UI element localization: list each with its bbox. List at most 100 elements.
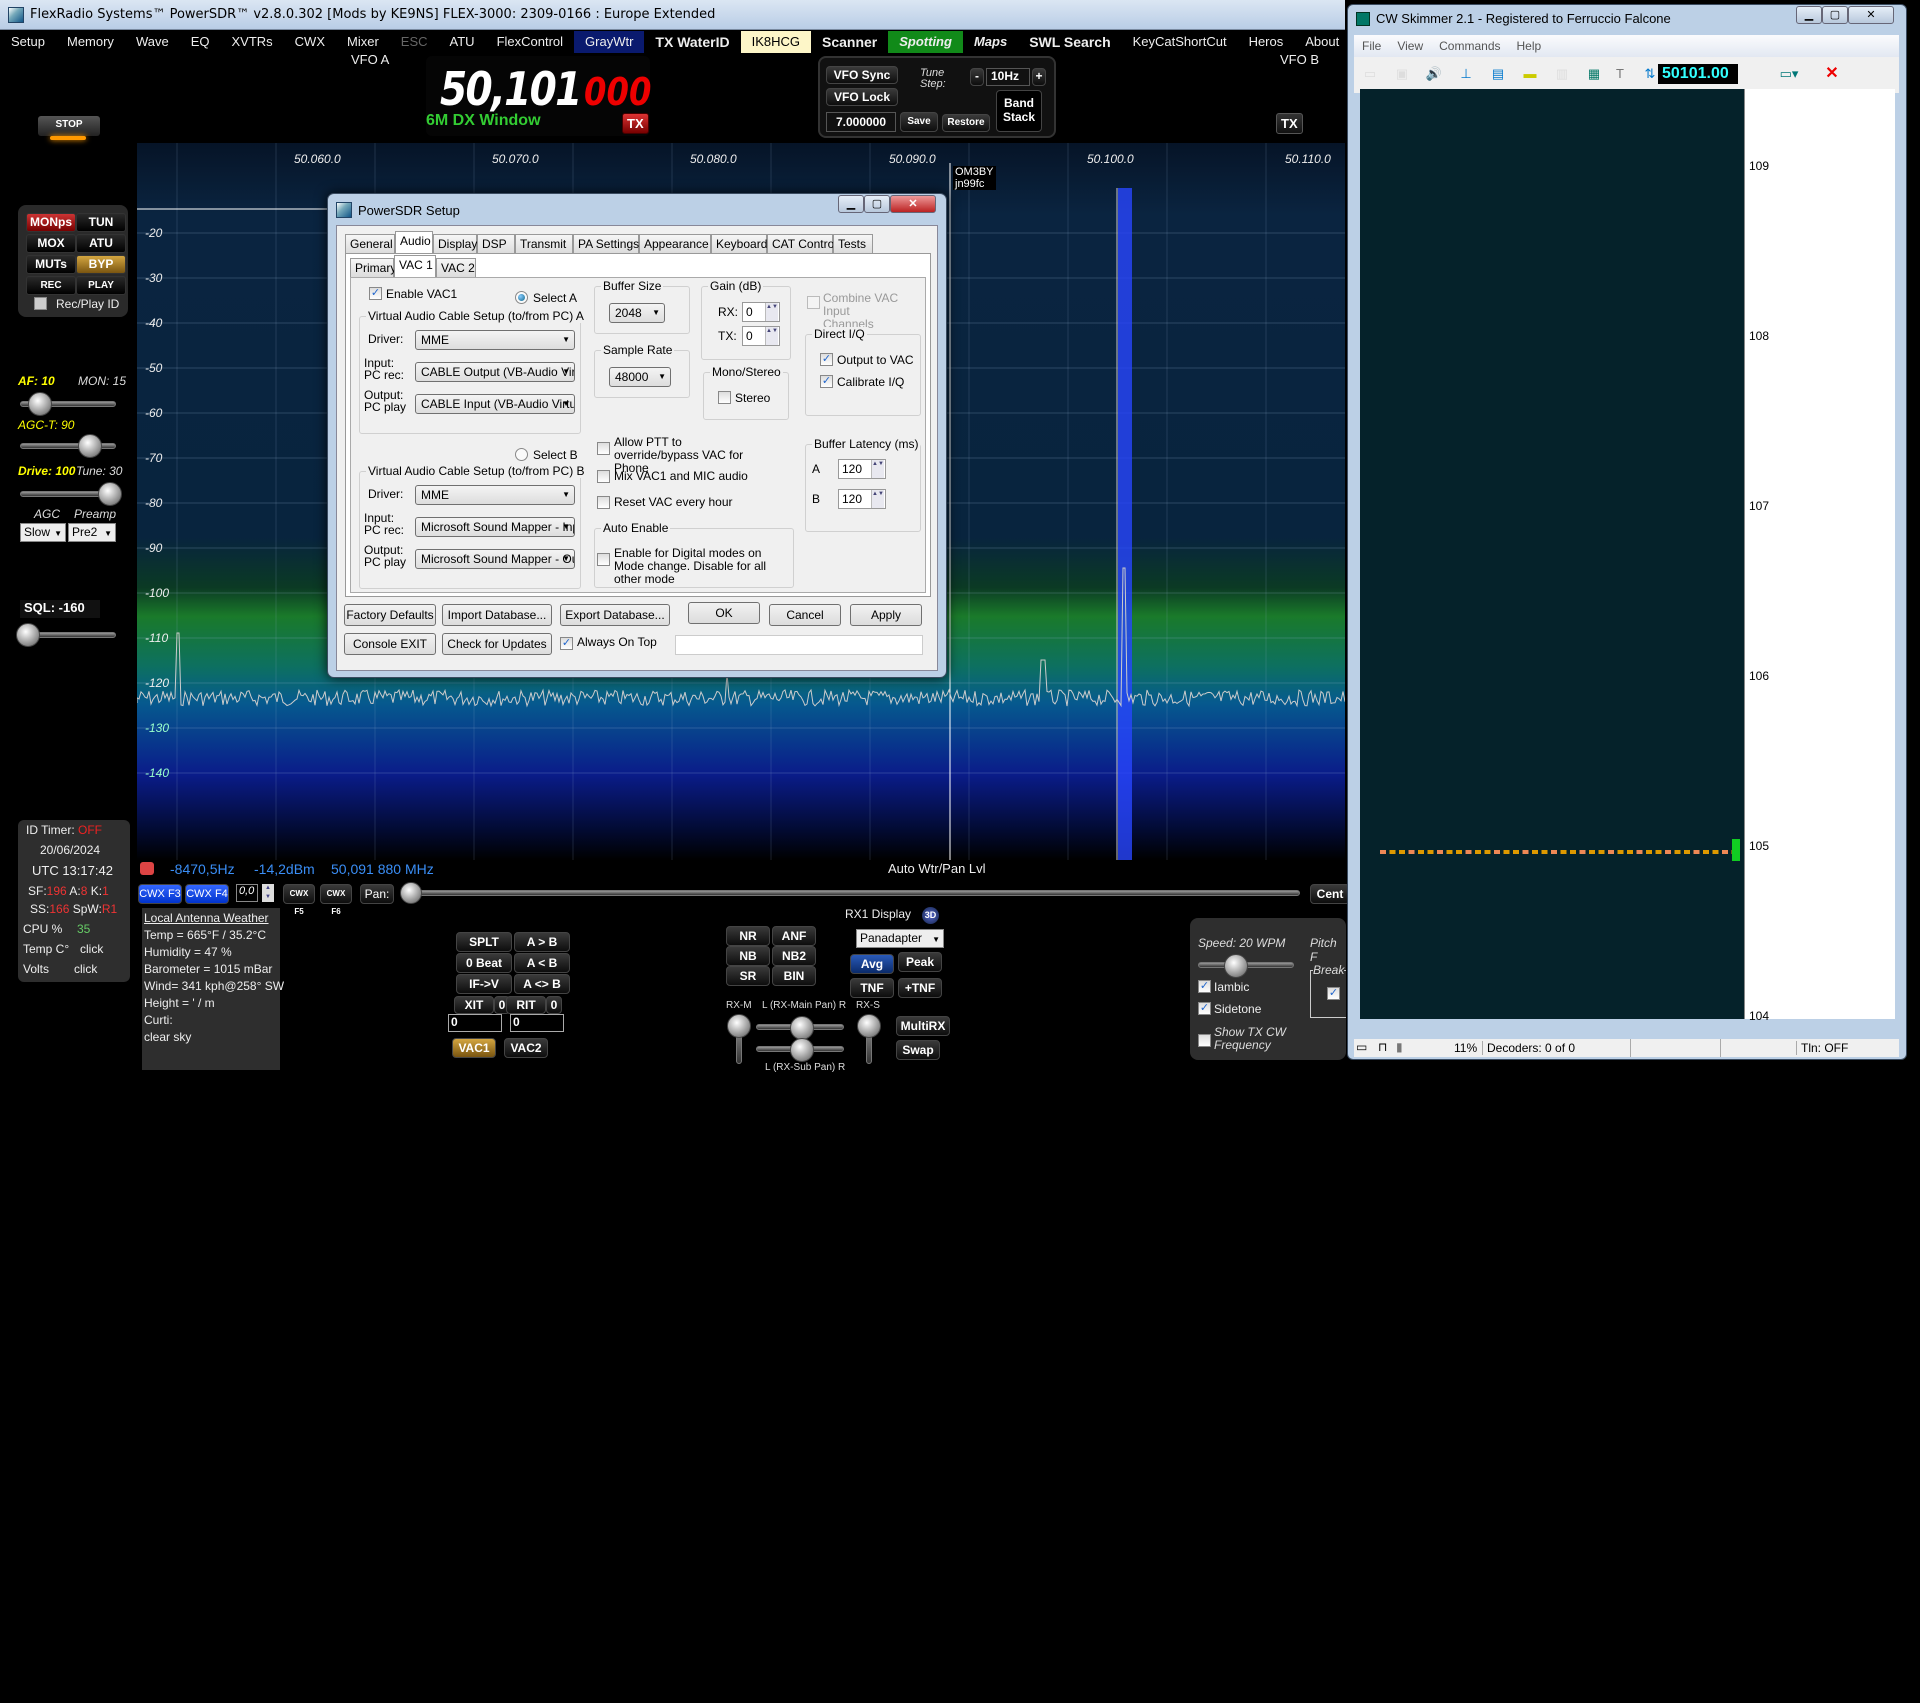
squelch-slider-knob[interactable] [16,623,40,647]
tab-pa-settings[interactable]: PA Settings [573,234,639,253]
vfo-b-tx-button[interactable]: TX [1276,113,1303,134]
peak-button[interactable]: Peak [898,952,942,972]
menu-item-memory[interactable]: Memory [56,31,125,53]
menu-item-maps[interactable]: Maps [963,31,1018,53]
play-button[interactable]: PLAY [76,276,126,295]
latency-a-input[interactable]: 120 [838,459,886,479]
menu-item-esc[interactable]: ESC [390,31,439,53]
cwx-f4-button[interactable]: CWX F4 [185,884,229,904]
tab-transmit[interactable]: Transmit [515,234,573,253]
minimize-button[interactable]: ▁ [838,195,864,213]
menu-item-spotting[interactable]: Spotting [888,31,963,53]
monps-button[interactable]: MONps [26,213,76,232]
apply-button[interactable]: Apply [850,604,922,626]
vfo-a-frequency-hz[interactable]: 000 [584,70,651,114]
tune-step-value[interactable]: 10Hz [986,68,1030,86]
show-tx-cw-checkbox[interactable] [1198,1034,1211,1047]
skimmer-menu-commands[interactable]: Commands [1431,39,1508,53]
notes-icon[interactable]: ▥ [1552,65,1572,83]
pan-slider[interactable] [404,890,1300,896]
menu-item-xvtrs[interactable]: XVTRs [220,31,283,53]
cwx-value-input[interactable]: 0,0 [236,884,258,902]
ruler-icon[interactable]: ▬ [1520,65,1540,83]
output-b-select[interactable]: Microsoft Sound Mapper - Ou [415,549,575,569]
a-to-b-button[interactable]: A > B [514,932,570,952]
rx-gain-input[interactable]: 0 [742,302,780,322]
skimmer-maximize-button[interactable]: ▢ [1822,6,1848,24]
if-to-vfo-button[interactable]: IF->V [456,974,512,994]
calculator-icon[interactable]: ▦ [1584,65,1604,83]
menu-item-atu[interactable]: ATU [439,31,486,53]
pan-slider-knob[interactable] [400,882,422,904]
vfo-sync-button[interactable]: VFO Sync [826,66,898,84]
spectrum-icon[interactable]: ⊥ [1456,65,1476,83]
break-checkbox[interactable]: ✓ [1327,987,1340,1000]
weather-title[interactable]: Local Antenna Weather [144,910,278,927]
menu-item-mixer[interactable]: Mixer [336,31,390,53]
output-a-select[interactable]: CABLE Input (VB-Audio Virtu [415,394,575,414]
factory-defaults-button[interactable]: Factory Defaults [344,604,436,626]
mox-button[interactable]: MOX [26,234,76,253]
input-b-select[interactable]: Microsoft Sound Mapper - Inp [415,517,575,537]
cwx-f6-button[interactable]: CWX F6 [320,884,352,916]
console-exit-button[interactable]: Console EXIT [344,633,436,655]
nr-button[interactable]: NR [726,926,770,946]
restore-button[interactable]: Restore [942,114,990,132]
plus-tnf-button[interactable]: +TNF [898,978,942,998]
menu-item-heros[interactable]: Heros [1238,31,1295,53]
soundcard-icon[interactable]: ▣ [1392,65,1412,83]
anf-button[interactable]: ANF [772,926,816,946]
spot-label[interactable]: OM3BY jn99fc [953,166,996,190]
rit-input-field[interactable]: 0 [510,1014,564,1032]
maximize-button[interactable]: ▢ [864,195,890,213]
auto-enable-checkbox[interactable] [597,553,610,566]
skimmer-spot-list[interactable] [1780,89,1895,1019]
rec-button[interactable]: REC [26,276,76,295]
save-icon[interactable]: ▤ [1488,65,1508,83]
subtab-vac-2[interactable]: VAC 2 [436,258,476,277]
nb-button[interactable]: NB [726,946,770,966]
menu-item-scanner[interactable]: Scanner [811,31,888,53]
subtab-vac-1[interactable]: VAC 1 [394,255,436,277]
buffer-size-select[interactable]: 2048 [609,303,665,323]
menu-item-ik8hcg[interactable]: IK8HCG [740,31,811,53]
save-button[interactable]: Save [900,112,938,132]
close-x-icon[interactable]: ✕ [1822,65,1842,83]
allow-ptt-checkbox[interactable] [597,442,610,455]
tun-button[interactable]: TUN [76,213,126,232]
vac1-button[interactable]: VAC1 [452,1038,496,1058]
a-swap-b-button[interactable]: A <> B [514,974,570,994]
menu-item-swl-search[interactable]: SWL Search [1018,31,1121,53]
iambic-checkbox[interactable]: ✓ [1198,980,1211,993]
tab-appearance[interactable]: Appearance [639,234,711,253]
skimmer-waterfall[interactable] [1360,89,1744,1019]
agc-t-slider[interactable] [20,443,116,449]
rit-button[interactable]: RIT [506,996,546,1014]
tab-tests[interactable]: Tests [833,234,873,253]
multirx-button[interactable]: MultiRX [896,1016,950,1036]
tune-arrows-icon[interactable]: ⇅ [1640,65,1660,83]
tab-keyboard[interactable]: Keyboard [711,234,767,253]
check-updates-button[interactable]: Check for Updates [442,633,552,655]
drive-slider-knob[interactable] [98,482,122,506]
vfo-lock-button[interactable]: VFO Lock [826,88,898,106]
sr-button[interactable]: SR [726,966,770,986]
menu-item-flexcontrol[interactable]: FlexControl [486,31,574,53]
rx-s-knob[interactable] [857,1014,881,1038]
calibrate-iq-checkbox[interactable]: ✓ [820,375,833,388]
tune-step-minus-button[interactable]: - [970,68,984,86]
skimmer-frequency[interactable]: 50101.00 [1658,64,1738,84]
skimmer-frequency-ruler[interactable]: 109 108 107 106 105 104 103 102 101 100 [1744,89,1780,1703]
preamp-select[interactable]: Pre2 [68,523,116,542]
subtab-primary[interactable]: Primary [350,258,396,277]
tab-display[interactable]: Display [433,234,477,253]
driver-b-select[interactable]: MME [415,485,575,505]
vac2-button[interactable]: VAC2 [504,1038,548,1058]
tab-cat-control[interactable]: CAT Control [767,234,837,253]
temp-click[interactable]: click [80,942,103,956]
menu-item-wave[interactable]: Wave [125,31,180,53]
vfo-a-tx-button[interactable]: TX [622,113,649,134]
menu-item-graywtr[interactable]: GrayWtr [574,31,645,53]
sidetone-checkbox[interactable]: ✓ [1198,1002,1211,1015]
xit-input-field[interactable]: 0 [448,1014,502,1032]
